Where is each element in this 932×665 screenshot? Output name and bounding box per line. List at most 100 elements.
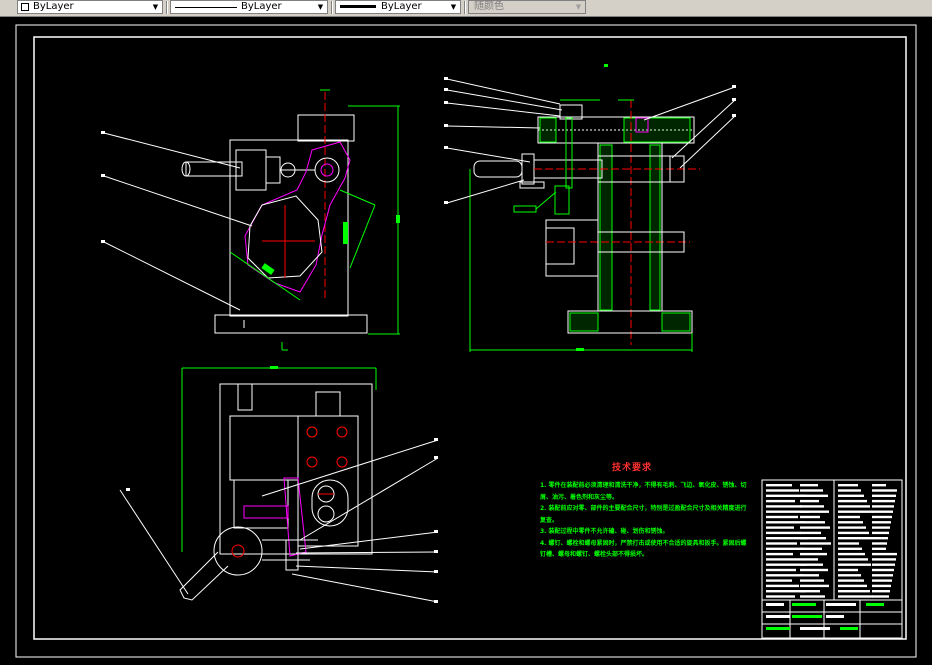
title-block-cell (766, 521, 805, 524)
title-block-cell (838, 590, 870, 593)
title-block-cell (872, 521, 891, 524)
chevron-down-icon[interactable]: ▼ (448, 2, 459, 12)
title-block-cell (866, 603, 884, 606)
title-block-cell (800, 494, 828, 497)
title-block-cell (766, 531, 801, 535)
chevron-down-icon[interactable]: ▼ (150, 2, 161, 12)
lineweight-preview (340, 5, 376, 8)
title-block-cell (766, 505, 802, 508)
title-block-cell (766, 558, 800, 561)
title-block-cell (800, 542, 831, 545)
lineweight-combo-value: ByLayer (381, 1, 422, 12)
title-block-cell (792, 615, 822, 618)
drawing-canvas[interactable]: 技术要求 1. 零件在装配前必须清理和清洗干净，不得有毛刺、飞边、氧化皮、锈蚀、… (0, 17, 932, 665)
title-block-cell (872, 579, 892, 582)
title-block-cell (838, 526, 866, 529)
title-block-cell (800, 584, 829, 588)
title-block-cell (872, 526, 890, 529)
side-section-view (444, 64, 736, 352)
tech-requirement-line: 3. 装配过程中零件不允许磕、碰、划伤和锈蚀。 (540, 528, 669, 535)
cad-drawing (15, 24, 917, 658)
title-block-cell (840, 627, 858, 630)
title-block-cell (872, 489, 897, 492)
toolbar-separator (464, 1, 466, 14)
title-block-cell (838, 574, 861, 577)
linetype-combo-value: ByLayer (241, 1, 282, 12)
title-block-cell (800, 563, 823, 566)
title-block-cell (800, 574, 819, 577)
title-block-cell (800, 537, 826, 540)
color-swatch (21, 3, 29, 11)
title-block-cell (766, 484, 792, 487)
title-block-cell (838, 510, 873, 513)
top-view (119, 366, 439, 603)
title-block-cell (766, 526, 794, 529)
title-block-cell (800, 595, 825, 598)
toolbar-separator (166, 1, 168, 14)
title-block-cell (838, 552, 865, 556)
title-block-cell (800, 568, 828, 572)
title-block-cell (766, 552, 793, 556)
title-block-cell (838, 558, 868, 561)
title-block-cell (838, 531, 869, 535)
title-block-cell (838, 579, 864, 582)
title-block-cell (800, 499, 819, 503)
properties-toolbar: ByLayer ▼ ByLayer ▼ ByLayer ▼ 随颜色 ▼ (0, 0, 932, 17)
title-block-cell (800, 590, 820, 593)
tech-requirement-line: 屑、油污、着色剂和灰尘等。 (540, 493, 619, 501)
title-block-cell (872, 484, 886, 487)
title-block-cell (872, 494, 896, 497)
title-block-cell (838, 489, 861, 492)
title-block-cell (872, 595, 889, 598)
chevron-down-icon: ▼ (575, 3, 582, 11)
tech-requirement-line: 2. 装配前应对零、部件的主要配合尺寸，特别是过盈配合尺寸及相关精度进行 (540, 505, 747, 512)
title-block-cell (872, 542, 887, 545)
title-block-cell (826, 603, 856, 606)
title-block-cell (838, 505, 870, 508)
title-block-cell (838, 484, 858, 487)
linetype-combo[interactable]: ByLayer ▼ (170, 0, 328, 14)
title-block-cell (838, 537, 872, 540)
color-combo-value: ByLayer (33, 1, 74, 12)
title-block-cell (872, 531, 889, 535)
plotstyle-combo: 随颜色 ▼ (468, 0, 586, 14)
title-block-cell (800, 510, 829, 513)
lineweight-combo[interactable]: ByLayer ▼ (335, 0, 461, 14)
title-block-cell (766, 615, 790, 618)
tech-requirement-line: 1. 零件在装配前必须清理和清洗干净，不得有毛刺、飞边、氧化皮、锈蚀、切 (540, 482, 747, 489)
title-block-cell (766, 627, 790, 630)
title-block-cell (838, 595, 873, 598)
title-block-cell (838, 499, 867, 503)
title-block-cell (766, 547, 804, 550)
title-block-cell (766, 489, 799, 492)
chevron-down-icon[interactable]: ▼ (315, 2, 326, 12)
color-combo[interactable]: ByLayer ▼ (17, 0, 163, 14)
title-block-cell (766, 515, 798, 519)
title-block-cell (838, 584, 867, 588)
title-block-cell (838, 542, 859, 545)
title-block-cell (838, 563, 871, 566)
tech-requirement-line: 钉槽、螺母和螺钉、螺栓头部不得损坏。 (540, 551, 649, 558)
tech-requirement-line: 4. 螺钉、螺栓和螺母紧固时，严禁打击或使用不合适的旋具和扳手。紧固后螺 (540, 539, 747, 547)
title-block-cell (800, 547, 822, 550)
title-block-cell (800, 579, 824, 582)
title-block-cell (838, 515, 860, 519)
title-block-cell (826, 615, 844, 618)
title-block-cell (766, 499, 795, 503)
title-block-cell (872, 558, 896, 561)
title-block-cell (792, 603, 816, 606)
title-block-cell (766, 595, 795, 598)
title-block-cell (800, 627, 830, 630)
title-block-cell (872, 584, 891, 588)
title-block-cell (872, 505, 894, 508)
title-block-cell (838, 494, 864, 497)
title-block-cell (838, 521, 863, 524)
title-block-cell (872, 515, 892, 519)
linetype-preview (175, 7, 237, 8)
title-block-cell (800, 521, 825, 524)
title-block-cell (800, 558, 818, 561)
title-block-cell (872, 568, 894, 572)
paper-border (15, 24, 917, 658)
title-block-cell (766, 574, 803, 577)
title-block-cell (800, 531, 821, 535)
